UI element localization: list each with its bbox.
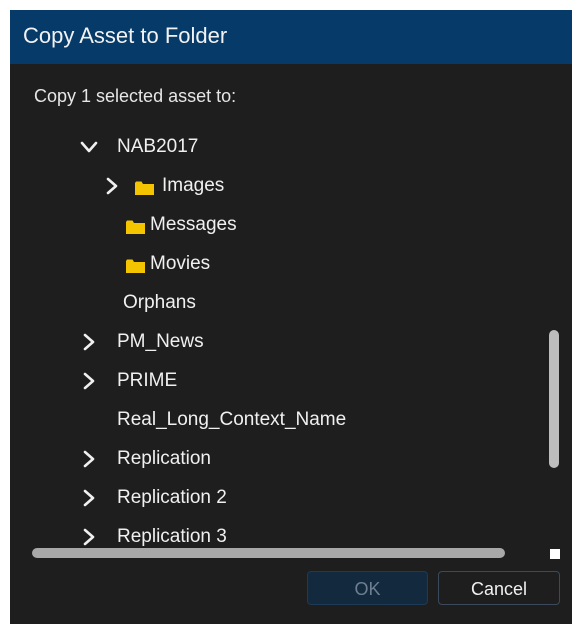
tree-item-replication-3[interactable]: Replication 3	[10, 518, 550, 548]
ok-button[interactable]: OK	[307, 571, 428, 605]
tree-item-orphans[interactable]: Orphans	[10, 284, 550, 323]
chevron-right-icon[interactable]	[103, 177, 121, 195]
tree-item-label: PM_News	[117, 331, 204, 352]
tree-item-label: Replication	[117, 448, 211, 469]
folder-tree: NAB2017 Images Messages Movies Orphans PM_New…	[10, 128, 550, 548]
copy-prompt: Copy 1 selected asset to:	[34, 86, 237, 106]
chevron-down-icon[interactable]	[80, 138, 98, 156]
chevron-right-icon[interactable]	[80, 450, 98, 468]
cancel-button[interactable]: Cancel	[438, 571, 560, 605]
copy-asset-dialog: Copy Asset to Folder Copy 1 selected ass…	[10, 10, 572, 624]
tree-item-label: Orphans	[123, 292, 196, 313]
chevron-right-icon[interactable]	[80, 372, 98, 390]
tree-item-pm-news[interactable]: PM_News	[10, 323, 550, 362]
tree-item-prime[interactable]: PRIME	[10, 362, 550, 401]
tree-item-label: NAB2017	[117, 136, 199, 157]
tree-item-label: Images	[162, 175, 225, 196]
tree-item-label: Messages	[150, 214, 237, 235]
tree-item-movies[interactable]: Movies	[10, 245, 550, 284]
tree-item-label: Replication 3	[117, 526, 227, 547]
tree-item-replication-2[interactable]: Replication 2	[10, 479, 550, 518]
chevron-right-icon[interactable]	[80, 489, 98, 507]
tree-item-label: Real_Long_Context_Name	[117, 409, 347, 430]
tree-item-nab2017[interactable]: NAB2017	[10, 128, 550, 167]
chevron-right-icon[interactable]	[80, 528, 98, 546]
chevron-right-icon[interactable]	[80, 333, 98, 351]
tree-item-replication[interactable]: Replication	[10, 440, 550, 479]
tree-item-real-long-context-name[interactable]: Real_Long_Context_Name	[10, 401, 550, 440]
tree-item-images[interactable]: Images	[10, 167, 550, 206]
vertical-scrollbar-thumb[interactable]	[549, 330, 559, 468]
tree-item-messages[interactable]: Messages	[10, 206, 550, 245]
scrollbar-corner	[550, 549, 560, 559]
folder-icon	[125, 258, 146, 274]
tree-item-label: Movies	[150, 253, 211, 274]
tree-item-label: Replication 2	[117, 487, 227, 508]
dialog-title: Copy Asset to Folder	[23, 23, 228, 48]
tree-item-label: PRIME	[117, 370, 178, 391]
dialog-title-bar[interactable]: Copy Asset to Folder	[10, 10, 572, 64]
folder-icon	[134, 180, 155, 196]
folder-icon	[125, 219, 146, 235]
horizontal-scrollbar-thumb[interactable]	[32, 548, 505, 558]
